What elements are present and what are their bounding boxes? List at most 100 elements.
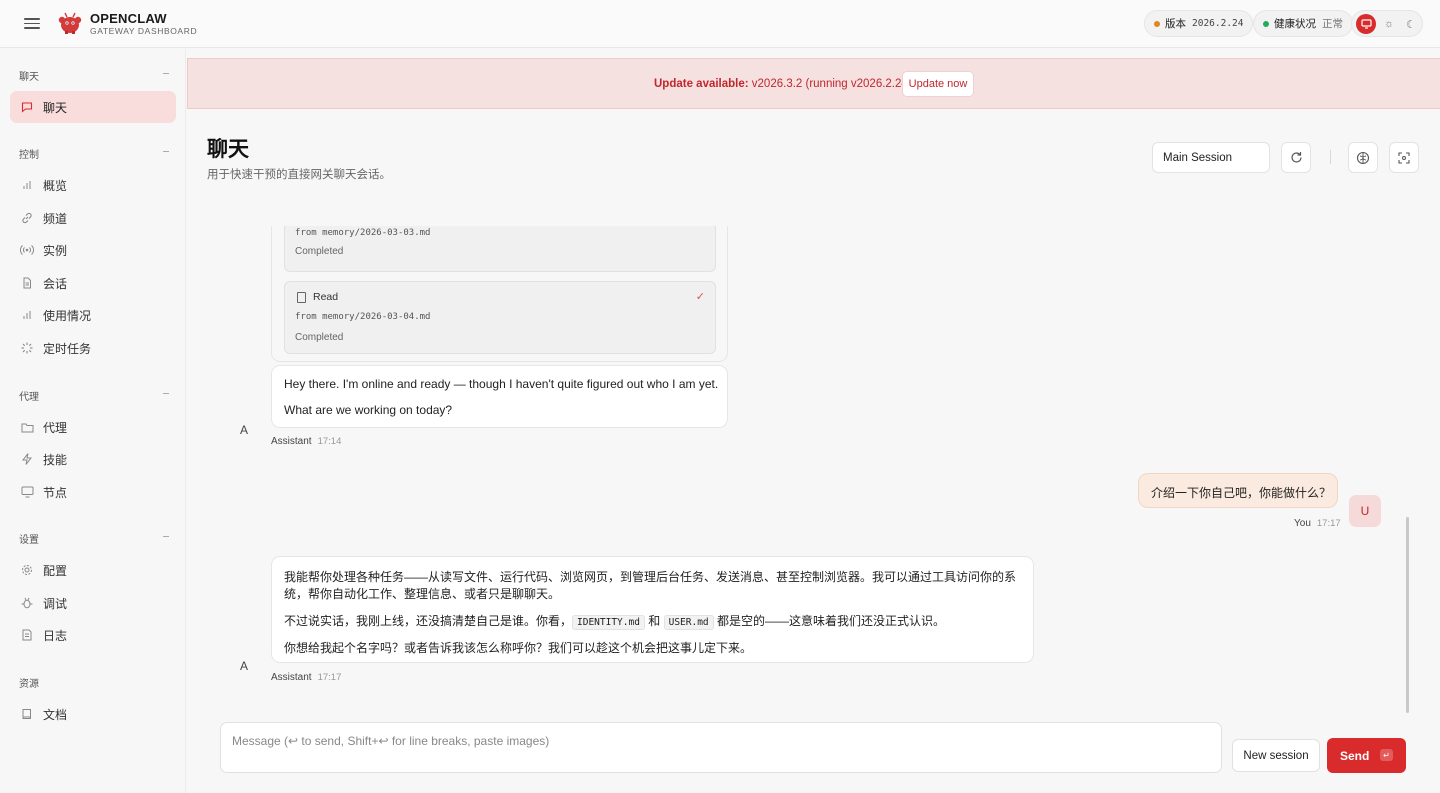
sidebar-item-usage[interactable]: 使用情况 xyxy=(10,299,176,331)
sidebar-item-docs[interactable]: 文档 xyxy=(10,698,176,730)
sidebar-item-debug[interactable]: 调试 xyxy=(10,587,176,619)
send-button[interactable]: Send ↵ xyxy=(1327,738,1406,773)
bolt-icon xyxy=(20,452,34,466)
message-line: What are we working on today? xyxy=(284,403,453,417)
message-meta: You 17:17 xyxy=(1294,518,1341,529)
theme-switcher: ☼ ☾ xyxy=(1351,10,1423,37)
collapse-icon[interactable] xyxy=(163,536,169,537)
version-value: 2026.2.24 xyxy=(1192,18,1244,29)
sidebar-item-cron[interactable]: 定时任务 xyxy=(10,332,176,364)
bug-icon xyxy=(20,596,34,610)
assistant-message: Hey there. I'm online and ready — though… xyxy=(271,365,728,428)
message-line: 你想给我起个名字吗？或者告诉我该怎么称呼你？我们可以趁这个机会把这事儿定下来。 xyxy=(284,641,753,655)
sidebar-item-label: 频道 xyxy=(43,211,68,226)
session-select[interactable]: Main Session xyxy=(1152,142,1270,173)
inline-code: USER.md xyxy=(663,615,714,630)
message-sender: You xyxy=(1294,518,1311,529)
section-title: 资源 xyxy=(19,679,39,690)
update-now-button[interactable]: Update now xyxy=(902,71,974,97)
sidebar-section-settings[interactable]: 设置 xyxy=(19,531,169,546)
version-label: 版本 xyxy=(1165,18,1186,30)
message-line: Hey there. I'm online and ready — though… xyxy=(284,377,719,391)
sidebar-item-label: 会话 xyxy=(43,276,68,291)
new-session-button[interactable]: New session xyxy=(1232,739,1320,772)
update-detail: v2026.3.2 (running v2026.2.24). xyxy=(748,78,915,90)
message-line: 我能帮你处理各种任务——从读写文件、运行代码、浏览网页，到管理后台任务、发送消息… xyxy=(284,570,1017,584)
tool-group-frame xyxy=(271,226,728,362)
sidebar-item-label: 调试 xyxy=(43,596,68,611)
openclaw-logo xyxy=(58,12,82,34)
chat-icon xyxy=(20,100,34,114)
assistant-avatar: A xyxy=(239,423,248,437)
system-theme-icon[interactable] xyxy=(1356,14,1376,34)
monitor-icon xyxy=(20,485,34,499)
sidebar-section-agents[interactable]: 代理 xyxy=(19,388,169,403)
loader-icon xyxy=(20,341,34,355)
bar-chart-icon xyxy=(20,308,34,322)
broadcast-icon xyxy=(20,243,34,257)
sidebar-item-sessions[interactable]: 会话 xyxy=(10,267,176,299)
version-pill: 版本 2026.2.24 xyxy=(1144,10,1254,37)
update-banner-text: Update available: v2026.3.2 (running v20… xyxy=(654,78,915,90)
hamburger-menu-icon[interactable] xyxy=(24,15,40,31)
refresh-icon[interactable] xyxy=(1281,142,1311,173)
sidebar-item-label: 聊天 xyxy=(43,100,68,115)
user-message: 介绍一下你自己吧，你能做什么？ xyxy=(1138,473,1338,508)
section-title: 控制 xyxy=(19,150,39,161)
sidebar-item-label: 技能 xyxy=(43,452,68,467)
sidebar-section-control[interactable]: 控制 xyxy=(19,146,169,161)
document-icon xyxy=(20,276,34,290)
brand-title: OPENCLAW xyxy=(90,11,167,26)
message-time: 17:17 xyxy=(1316,518,1341,529)
message-sender: Assistant xyxy=(271,436,312,447)
brain-icon[interactable] xyxy=(1348,142,1378,173)
sun-icon[interactable]: ☼ xyxy=(1382,17,1396,31)
page-subtitle: 用于快速干预的直接网关聊天会话。 xyxy=(207,169,391,181)
collapse-icon[interactable] xyxy=(163,73,169,74)
message-text: 介绍一下你自己吧，你能做什么？ xyxy=(1151,486,1332,500)
chat-thread[interactable]: from memory/2026-03-03.md Completed Read… xyxy=(187,226,1420,710)
sidebar-item-chat[interactable]: 聊天 xyxy=(10,91,176,123)
collapse-icon[interactable] xyxy=(163,393,169,394)
health-pill: 健康状况 正常 xyxy=(1253,10,1353,37)
sidebar-item-overview[interactable]: 概览 xyxy=(10,169,176,201)
section-title: 代理 xyxy=(19,392,39,403)
enter-key-icon: ↵ xyxy=(1380,749,1393,761)
section-title: 聊天 xyxy=(19,72,39,83)
version-status-dot xyxy=(1154,20,1160,27)
moon-icon[interactable]: ☾ xyxy=(1404,17,1418,31)
sidebar-section-resources: 资源 xyxy=(19,675,169,690)
sidebar: 聊天 聊天 控制 概览 频道 实例 会话 使用情况 定时任务 代理 代理 技能 … xyxy=(0,49,186,793)
sidebar-item-label: 使用情况 xyxy=(43,308,92,323)
sidebar-item-instances[interactable]: 实例 xyxy=(10,234,176,266)
book-icon xyxy=(20,707,34,721)
bar-chart-icon xyxy=(20,178,34,192)
message-line: 统，帮你自动化工作、整理信息、或者只是聊聊天。 xyxy=(284,587,561,601)
health-value: 正常 xyxy=(1322,18,1343,30)
chat-scrollbar[interactable] xyxy=(1406,517,1409,713)
sidebar-item-skills[interactable]: 技能 xyxy=(10,443,176,475)
sidebar-item-nodes[interactable]: 节点 xyxy=(10,476,176,508)
brand-subtitle: GATEWAY DASHBOARD xyxy=(90,26,198,36)
focus-mode-icon[interactable] xyxy=(1389,142,1419,173)
sidebar-item-channels[interactable]: 频道 xyxy=(10,202,176,234)
message-input-placeholder: Message (↩ to send, Shift+↩ for line bre… xyxy=(232,734,550,748)
section-title: 设置 xyxy=(19,535,39,546)
user-avatar: U xyxy=(1349,495,1381,527)
top-bar: OPENCLAW GATEWAY DASHBOARD 版本 2026.2.24 … xyxy=(0,0,1440,48)
health-status-dot xyxy=(1263,20,1269,27)
sidebar-item-label: 节点 xyxy=(43,485,68,500)
collapse-icon[interactable] xyxy=(163,151,169,152)
health-label: 健康状况 xyxy=(1274,18,1316,30)
sidebar-item-label: 文档 xyxy=(43,707,68,722)
sidebar-section-chat[interactable]: 聊天 xyxy=(19,68,169,83)
sidebar-item-config[interactable]: 配置 xyxy=(10,554,176,586)
assistant-avatar: A xyxy=(239,659,248,673)
message-text: 不过说实话，我刚上线，还没搞清楚自己是谁。你看， xyxy=(284,614,573,628)
sidebar-item-logs[interactable]: 日志 xyxy=(10,619,176,651)
message-input[interactable]: Message (↩ to send, Shift+↩ for line bre… xyxy=(220,722,1222,773)
sidebar-item-label: 定时任务 xyxy=(43,341,92,356)
message-meta: Assistant 17:14 xyxy=(271,436,341,447)
link-icon xyxy=(20,211,34,225)
sidebar-item-agents[interactable]: 代理 xyxy=(10,411,176,443)
